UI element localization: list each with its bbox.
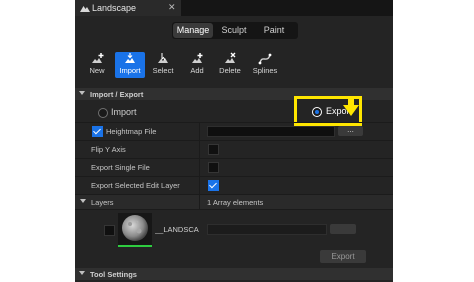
- mode-manage-tab[interactable]: Manage: [173, 23, 213, 38]
- down-arrow-icon: [343, 96, 359, 116]
- export-button[interactable]: Export: [320, 250, 366, 263]
- layer-checkbox[interactable]: [104, 225, 115, 236]
- tool-settings-section-title: Tool Settings: [90, 270, 137, 279]
- tool-new-button[interactable]: New: [82, 52, 112, 78]
- layer-thumbnail-image: [122, 215, 148, 241]
- browse-button[interactable]: ...: [338, 126, 363, 136]
- export-single-label: Export Single File: [91, 163, 150, 172]
- import-export-section-title: Import / Export: [90, 90, 144, 99]
- column-divider: [199, 159, 200, 176]
- flip-y-label: Flip Y Axis: [91, 145, 126, 154]
- add-icon: [182, 52, 212, 66]
- layer-item: __LANDSCAPE: [75, 209, 393, 248]
- heightmap-file-field[interactable]: [207, 126, 335, 137]
- export-single-row: Export Single File: [75, 158, 393, 176]
- layer-browse-button[interactable]: [330, 224, 356, 234]
- heightmap-row: Heightmap File ...: [75, 122, 393, 140]
- tool-add-button[interactable]: Add: [182, 52, 212, 78]
- tool-delete-label: Delete: [219, 66, 241, 75]
- window-title: Landscape: [92, 3, 137, 13]
- tool-splines-label: Splines: [252, 66, 278, 75]
- layers-count: 1 Array elements: [207, 198, 264, 207]
- heightmap-enable-checkbox[interactable]: [92, 126, 103, 137]
- heightmap-label: Heightmap File: [106, 127, 157, 136]
- import-icon: [115, 52, 145, 66]
- layers-header-row[interactable]: Layers 1 Array elements: [75, 194, 393, 209]
- delete-icon: [215, 52, 245, 66]
- tool-delete-button[interactable]: Delete: [215, 52, 245, 78]
- tool-settings-section-header[interactable]: Tool Settings: [75, 268, 393, 280]
- landscape-panel: Landscape ✕ Manage Sculpt Paint New Impo…: [75, 0, 393, 282]
- column-divider: [199, 177, 200, 194]
- export-selected-checkbox[interactable]: [208, 180, 219, 191]
- new-icon: [82, 52, 112, 66]
- export-radio[interactable]: [312, 107, 322, 117]
- layer-thumbnail[interactable]: [118, 213, 152, 247]
- column-divider: [199, 123, 200, 140]
- import-radio[interactable]: [98, 108, 108, 118]
- mode-bar: Manage Sculpt Paint: [172, 22, 298, 39]
- tool-select-label: Select: [152, 66, 174, 75]
- landscape-mountain-icon: [80, 4, 90, 14]
- collapse-arrow-icon: [79, 271, 85, 275]
- layer-name: __LANDSCAPE: [155, 225, 199, 234]
- landscape-tab[interactable]: Landscape ✕: [75, 0, 181, 16]
- layer-file-field[interactable]: [207, 224, 327, 235]
- tool-new-label: New: [89, 66, 105, 75]
- layers-section-title: Layers: [91, 198, 114, 207]
- column-divider: [199, 141, 200, 158]
- flip-y-row: Flip Y Axis: [75, 140, 393, 158]
- flip-y-checkbox[interactable]: [208, 144, 219, 155]
- tool-add-label: Add: [190, 66, 204, 75]
- close-icon[interactable]: ✕: [168, 2, 176, 13]
- export-single-checkbox[interactable]: [208, 162, 219, 173]
- tool-splines-button[interactable]: Splines: [250, 52, 280, 78]
- import-radio-label: Import: [111, 107, 137, 117]
- export-selected-label: Export Selected Edit Layer: [91, 181, 180, 190]
- collapse-arrow-icon: [79, 91, 85, 95]
- tool-select-button[interactable]: Select: [148, 52, 178, 78]
- mode-sculpt-tab[interactable]: Sculpt: [215, 23, 253, 38]
- select-icon: [148, 52, 178, 66]
- tool-import-label: Import: [119, 66, 141, 75]
- splines-icon: [250, 52, 280, 66]
- mode-paint-tab[interactable]: Paint: [255, 23, 293, 38]
- tool-import-button[interactable]: Import: [115, 52, 145, 78]
- export-selected-row: Export Selected Edit Layer: [75, 176, 393, 194]
- title-bar: Landscape ✕: [75, 0, 393, 16]
- layers-collapse-arrow-icon: [80, 199, 86, 203]
- column-divider: [199, 195, 200, 209]
